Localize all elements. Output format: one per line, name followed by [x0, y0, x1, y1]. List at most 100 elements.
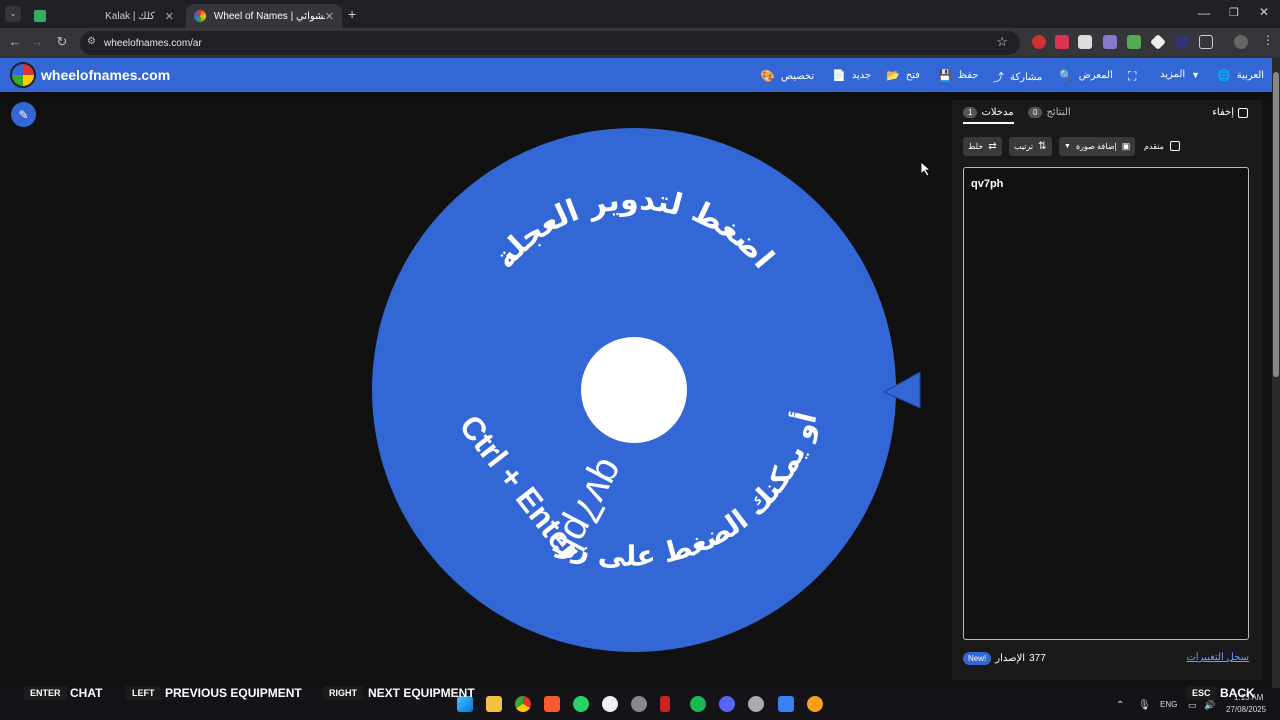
- shuffle-icon: ⇄: [988, 141, 997, 152]
- shuffle-label: خلط: [968, 142, 984, 151]
- profile-avatar[interactable]: [1234, 35, 1248, 49]
- close-window-icon[interactable]: ✕: [1259, 5, 1269, 19]
- tab-wheel-of-names[interactable]: Wheel of Names | اسم العشوائي ✕: [186, 4, 342, 28]
- shuffle-button[interactable]: خلط ⇄: [963, 137, 1002, 156]
- version-label: الإصدار: [995, 653, 1026, 664]
- extensions-puzzle-icon[interactable]: [1199, 35, 1213, 49]
- address-bar[interactable]: ⚙ wheelofnames.com/ar ☆: [80, 31, 1020, 55]
- menu-gallery[interactable]: 🔍 المعرض: [1059, 69, 1113, 82]
- discord-icon[interactable]: [719, 696, 735, 712]
- menu-open[interactable]: 📂 فتح: [886, 69, 920, 82]
- tab-title: Wheel of Names | اسم العشوائي: [213, 10, 325, 22]
- sort-icon: ⇅: [1038, 141, 1047, 152]
- close-icon[interactable]: ✕: [325, 10, 334, 23]
- advanced-toggle[interactable]: متقدم: [1144, 141, 1180, 151]
- menu-share[interactable]: ⤴ مشاركة: [993, 69, 1042, 85]
- chevron-down-icon: ▼: [1064, 143, 1071, 150]
- tab-results[interactable]: 0 النتائج: [1028, 107, 1071, 118]
- key-enter: ENTER: [24, 686, 67, 700]
- wheel[interactable]: اضغط لتدوير العجلة أو يمكنك الضغط على زر…: [370, 126, 898, 654]
- version-number: 377: [1029, 653, 1046, 664]
- hint-next-equipment: NEXT EQUIPMENT: [368, 686, 475, 700]
- spotify-icon[interactable]: [690, 696, 706, 712]
- microphone-icon[interactable]: 🎙: [1138, 700, 1151, 711]
- menu-more[interactable]: المزيد ▼: [1160, 69, 1200, 80]
- language-indicator[interactable]: ENG: [1160, 700, 1177, 709]
- clock-date[interactable]: 27/08/2025: [1226, 705, 1266, 714]
- extension-icon[interactable]: [1150, 34, 1166, 50]
- hint-chat: CHAT: [70, 686, 103, 700]
- tab-entries[interactable]: 1 مدخلات: [963, 107, 1014, 124]
- minimize-icon[interactable]: —: [1198, 6, 1210, 20]
- kalak-favicon-icon: [34, 10, 46, 22]
- whatsapp-icon[interactable]: [573, 696, 589, 712]
- reload-icon[interactable]: ↻: [53, 34, 71, 50]
- add-image-label: إضافة صورة: [1075, 142, 1117, 151]
- entries-textarea[interactable]: qv7ph: [963, 167, 1249, 640]
- site-logo[interactable]: wheelofnames.com: [41, 67, 170, 83]
- volume-icon[interactable]: 🔊: [1204, 700, 1215, 711]
- menu-save[interactable]: 💾 حفظ: [938, 69, 978, 82]
- site-info-icon[interactable]: ⚙: [87, 36, 96, 47]
- extension-icon[interactable]: [1175, 35, 1189, 49]
- app-g-icon[interactable]: [602, 696, 618, 712]
- wheel-favicon-icon: [194, 10, 206, 22]
- extension-icon[interactable]: [1103, 35, 1117, 49]
- tab-list-dropdown[interactable]: ⌄: [5, 6, 21, 22]
- image-icon: ▣: [1121, 141, 1131, 151]
- network-icon[interactable]: ▭: [1188, 700, 1197, 711]
- hide-checkbox[interactable]: [1238, 107, 1248, 118]
- extension-icon[interactable]: [1127, 35, 1141, 49]
- changelog-link[interactable]: سجل التغييرات: [1186, 652, 1249, 663]
- browser-toolbar: ← → ↻ ⚙ wheelofnames.com/ar ☆ ⋮: [0, 28, 1280, 58]
- tab-label: النتائج: [1046, 107, 1071, 118]
- app-circle-icon[interactable]: [748, 696, 764, 712]
- menu-label: حفظ: [957, 70, 979, 81]
- app-blue-icon[interactable]: [778, 696, 794, 712]
- edit-wheel-button[interactable]: ✎: [11, 102, 36, 127]
- wheel-svg[interactable]: اضغط لتدوير العجلة أو يمكنك الضغط على زر…: [370, 126, 898, 654]
- tray-chevron-up-icon[interactable]: ⌃: [1116, 700, 1124, 711]
- entries-panel: إخفاء 0 النتائج 1 مدخلات خلط ⇄ ترتيب ⇅ ▼…: [952, 100, 1262, 680]
- chrome-icon[interactable]: [515, 696, 531, 712]
- menu-fullscreen[interactable]: ⛶: [1128, 69, 1136, 84]
- back-icon[interactable]: ←: [6, 34, 24, 49]
- app-target-icon[interactable]: [631, 696, 647, 712]
- add-image-dropdown[interactable]: ▼ إضافة صورة ▣: [1059, 137, 1136, 156]
- advanced-checkbox[interactable]: [1169, 141, 1180, 151]
- extension-icon[interactable]: [1055, 35, 1069, 49]
- menu-customize[interactable]: 🎨 تخصيص: [760, 69, 814, 83]
- menu-label: مشاركة: [1010, 71, 1043, 83]
- extension-icon[interactable]: [1032, 35, 1046, 49]
- file-icon: 📄: [832, 70, 846, 82]
- menu-language[interactable]: 🌐 العربية: [1217, 69, 1264, 82]
- brave-icon[interactable]: [544, 696, 560, 712]
- version-info: New! الإصدار 377: [963, 652, 1046, 665]
- file-explorer-icon[interactable]: [486, 696, 502, 712]
- wheel-logo-icon[interactable]: [10, 62, 36, 88]
- close-icon[interactable]: ✕: [165, 10, 174, 23]
- sort-label: ترتيب: [1014, 142, 1034, 151]
- entry-line: qv7ph: [971, 178, 1004, 190]
- menu-label: العربية: [1236, 70, 1265, 81]
- menu-label: المعرض: [1078, 70, 1113, 81]
- tab-kalak[interactable]: Kalak | كلك ✕: [26, 4, 182, 28]
- key-left: LEFT: [126, 686, 161, 700]
- bookmark-star-icon[interactable]: ☆: [996, 34, 1008, 50]
- new-tab-button[interactable]: +: [348, 6, 356, 22]
- menu-label: فتح: [905, 70, 920, 81]
- key-esc: ESC: [1186, 686, 1217, 700]
- browser-menu-icon[interactable]: ⋮: [1262, 33, 1274, 47]
- folder-icon: 📂: [886, 70, 900, 82]
- page-scrollbar-thumb[interactable]: [1273, 72, 1279, 377]
- sort-button[interactable]: ترتيب ⇅: [1009, 137, 1052, 156]
- app-red-icon[interactable]: [660, 696, 670, 712]
- restore-icon[interactable]: ❐: [1229, 6, 1239, 19]
- wheel-center[interactable]: [581, 337, 687, 443]
- menu-new[interactable]: 📄 جديد: [832, 69, 871, 82]
- forward-icon[interactable]: →: [28, 34, 46, 49]
- chevron-down-icon: ▼: [1191, 69, 1201, 80]
- hide-panel-toggle[interactable]: إخفاء: [1212, 107, 1248, 118]
- overwatch-icon[interactable]: [807, 696, 823, 712]
- extension-icon[interactable]: [1078, 35, 1092, 49]
